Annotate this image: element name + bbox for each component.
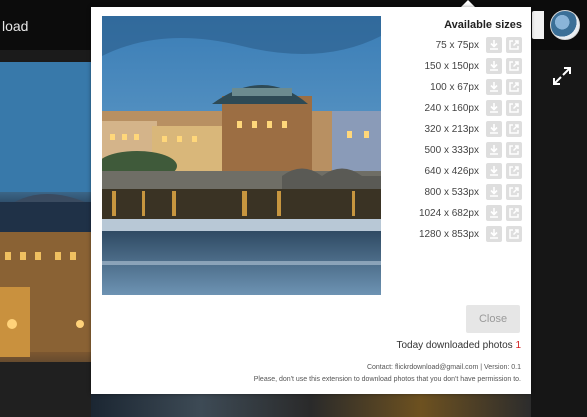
- size-label: 320 x 213px: [424, 123, 480, 135]
- open-in-new-icon[interactable]: [506, 100, 522, 116]
- open-in-new-icon[interactable]: [506, 37, 522, 53]
- size-label: 75 x 75px: [435, 39, 479, 51]
- download-popup: Available sizes 75 x 75px 150 x 150px 100 …: [91, 7, 531, 394]
- size-row: 500 x 333px: [424, 141, 522, 159]
- available-sizes-title: Available sizes: [444, 19, 522, 31]
- size-label: 800 x 533px: [424, 186, 480, 198]
- today-downloaded-label: Today downloaded photos: [396, 340, 513, 351]
- today-downloaded: Today downloaded photos 1: [396, 340, 521, 351]
- background-page-title: load: [2, 18, 29, 34]
- size-label: 500 x 333px: [424, 144, 480, 156]
- size-row: 100 x 67px: [430, 78, 522, 96]
- size-row: 150 x 150px: [424, 57, 522, 75]
- download-icon[interactable]: [486, 121, 502, 137]
- size-row: 1280 x 853px: [419, 225, 522, 243]
- open-in-new-icon[interactable]: [506, 58, 522, 74]
- download-icon[interactable]: [486, 37, 502, 53]
- fullscreen-icon[interactable]: [552, 66, 572, 86]
- download-icon[interactable]: [486, 100, 502, 116]
- open-in-new-icon[interactable]: [506, 121, 522, 137]
- today-downloaded-count: 1: [515, 340, 521, 351]
- size-label: 150 x 150px: [424, 60, 480, 72]
- download-icon[interactable]: [486, 163, 502, 179]
- contact-text: Contact: flickrdownload@gmail.com | Vers…: [366, 364, 521, 371]
- open-in-new-icon[interactable]: [506, 184, 522, 200]
- open-in-new-icon[interactable]: [506, 142, 522, 158]
- size-label: 100 x 67px: [430, 81, 479, 93]
- close-button[interactable]: Close: [466, 305, 520, 333]
- download-icon[interactable]: [486, 226, 502, 242]
- open-in-new-icon[interactable]: [506, 226, 522, 242]
- size-label: 640 x 426px: [424, 165, 480, 177]
- download-icon[interactable]: [486, 79, 502, 95]
- size-row: 75 x 75px: [436, 36, 522, 54]
- download-icon[interactable]: [486, 184, 502, 200]
- size-row: 1024 x 682px: [419, 204, 522, 222]
- size-row: 640 x 426px: [424, 162, 522, 180]
- size-row: 240 x 160px: [424, 99, 522, 117]
- photo-preview: [102, 16, 381, 295]
- size-label: 1024 x 682px: [418, 207, 479, 219]
- download-icon[interactable]: [486, 205, 502, 221]
- size-row: 320 x 213px: [424, 120, 522, 138]
- disclaimer-text: Please, don't use this extension to down…: [253, 376, 521, 383]
- open-in-new-icon[interactable]: [506, 79, 522, 95]
- download-icon[interactable]: [486, 142, 502, 158]
- popup-arrow: [461, 0, 475, 7]
- background-right-panel: [531, 50, 587, 417]
- download-icon[interactable]: [486, 58, 502, 74]
- background-upload-button[interactable]: [532, 11, 544, 39]
- background-photo: [0, 62, 91, 417]
- avatar[interactable]: [550, 10, 580, 40]
- open-in-new-icon[interactable]: [506, 163, 522, 179]
- size-label: 1280 x 853px: [418, 228, 479, 240]
- size-label: 240 x 160px: [424, 102, 480, 114]
- open-in-new-icon[interactable]: [506, 205, 522, 221]
- size-row: 800 x 533px: [424, 183, 522, 201]
- background-photo-strip: [91, 394, 531, 417]
